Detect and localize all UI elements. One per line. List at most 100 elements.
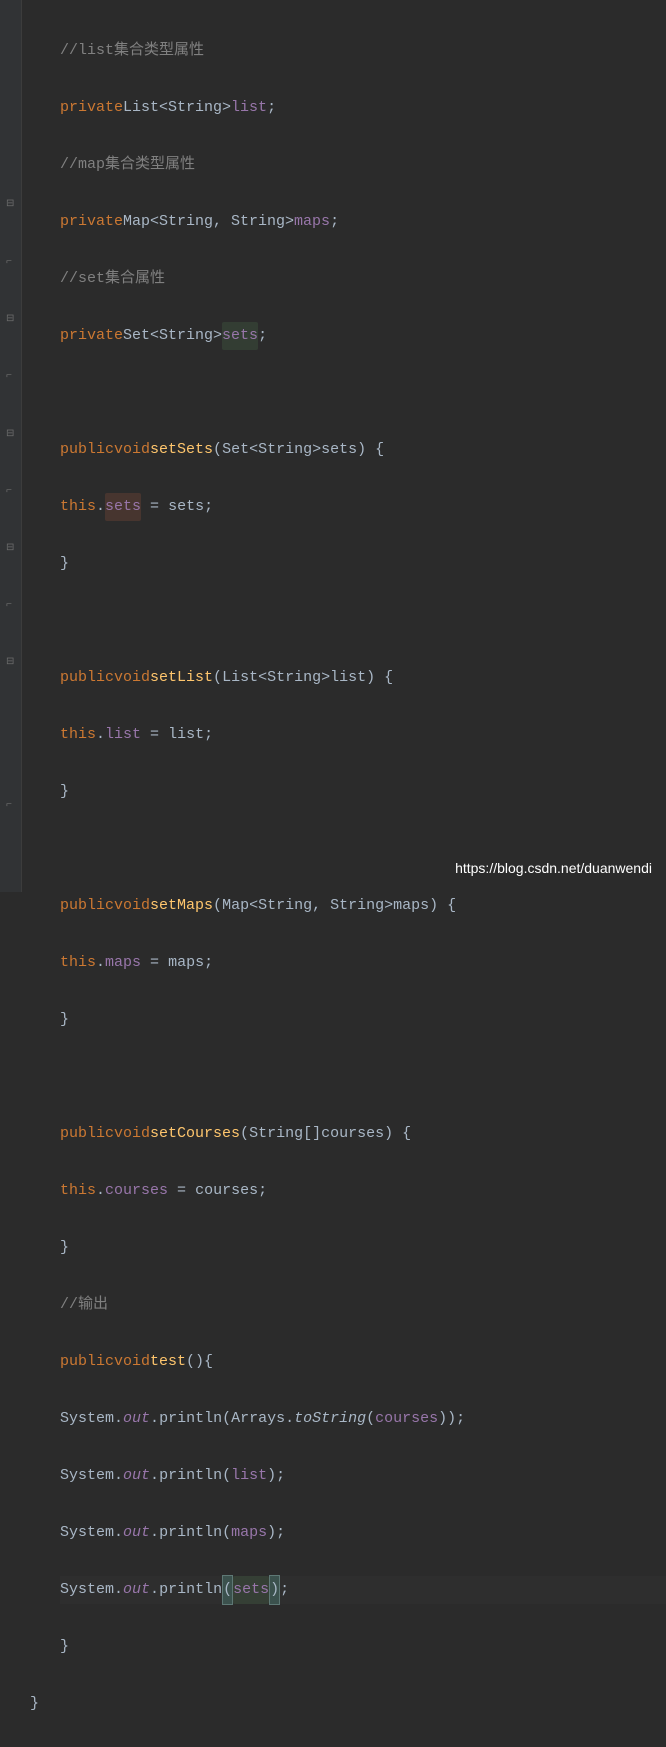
code-line[interactable]: //set集合属性 [60, 265, 666, 294]
method-call: println [159, 1462, 222, 1491]
code-line[interactable] [60, 1063, 666, 1092]
code-line[interactable]: this.courses = courses; [60, 1177, 666, 1206]
code-line[interactable]: public void test(){ [60, 1348, 666, 1377]
keyword: private [60, 322, 123, 351]
param-ref: list [168, 721, 204, 750]
comment-text: //list集合类型属性 [60, 37, 204, 66]
code-line[interactable]: } [60, 1234, 666, 1263]
field-ref: sets [233, 1576, 269, 1605]
method-name: setCourses [150, 1120, 240, 1149]
type-ref: List<String> [222, 664, 330, 693]
code-line[interactable]: } [60, 550, 666, 579]
method-call: println [159, 1576, 222, 1605]
fold-icon[interactable]: ⊟ [6, 200, 16, 210]
matched-paren: ( [222, 1575, 233, 1606]
code-line[interactable]: public void setSets(Set<String> sets) { [60, 436, 666, 465]
static-field: out [123, 1519, 150, 1548]
fold-icon[interactable]: ⊟ [6, 658, 16, 668]
field-ref: courses [105, 1177, 168, 1206]
method-name: setMaps [150, 892, 213, 921]
method-name: setSets [150, 436, 213, 465]
keyword: public [60, 664, 114, 693]
code-line[interactable]: } [60, 1006, 666, 1035]
fold-end-icon[interactable]: ⌐ [6, 372, 16, 382]
code-line[interactable] [60, 379, 666, 408]
keyword: this [60, 1177, 96, 1206]
field-ref: maps [105, 949, 141, 978]
param-ref: courses [195, 1177, 258, 1206]
fold-icon[interactable]: ⊟ [6, 315, 16, 325]
param-ref: maps [168, 949, 204, 978]
keyword: public [60, 1120, 114, 1149]
watermark-text: https://blog.csdn.net/duanwendi [455, 855, 652, 882]
matched-paren: ) [269, 1575, 280, 1606]
fold-icon[interactable]: ⊟ [6, 430, 16, 440]
field-name: list [231, 94, 267, 123]
fold-icon[interactable]: ⊟ [6, 544, 16, 554]
editor-gutter[interactable]: ⊟ ⌐ ⊟ ⌐ ⊟ ⌐ ⊟ ⌐ ⊟ ⌐ [0, 0, 22, 892]
code-line[interactable]: //list集合类型属性 [60, 37, 666, 66]
class-ref: System [60, 1405, 114, 1434]
field-name: maps [294, 208, 330, 237]
keyword: private [60, 208, 123, 237]
code-line[interactable]: public void setList(List<String> list) { [60, 664, 666, 693]
keyword: this [60, 493, 96, 522]
field-ref: list [231, 1462, 267, 1491]
static-method: toString [294, 1405, 366, 1434]
fold-end-icon[interactable]: ⌐ [6, 258, 16, 268]
static-field: out [123, 1405, 150, 1434]
code-line[interactable]: System.out.println(Arrays.toString(cours… [60, 1405, 666, 1434]
keyword: public [60, 892, 114, 921]
comment-text: //输出 [60, 1291, 108, 1320]
field-ref: maps [231, 1519, 267, 1548]
keyword: void [114, 1120, 150, 1149]
type-ref: Set<String> [222, 436, 321, 465]
code-line[interactable]: this.sets = sets; [60, 493, 666, 522]
type-ref: Map<String, String> [222, 892, 393, 921]
method-call: println [159, 1519, 222, 1548]
type-ref: Set<String> [123, 322, 222, 351]
keyword: void [114, 664, 150, 693]
keyword: private [60, 94, 123, 123]
comment-text: //set集合属性 [60, 265, 165, 294]
param-ref: sets [168, 493, 204, 522]
code-line[interactable]: private Set<String> sets; [60, 322, 666, 351]
code-line[interactable]: this.list = list; [60, 721, 666, 750]
field-ref: courses [375, 1405, 438, 1434]
param-name: list [330, 664, 366, 693]
keyword: public [60, 436, 114, 465]
code-line[interactable]: this.maps = maps; [60, 949, 666, 978]
static-field: out [123, 1462, 150, 1491]
param-name: maps [393, 892, 429, 921]
code-line[interactable]: } [60, 1633, 666, 1662]
code-line[interactable]: public void setCourses(String[] courses)… [60, 1120, 666, 1149]
param-name: sets [321, 436, 357, 465]
keyword: void [114, 892, 150, 921]
code-line[interactable] [60, 607, 666, 636]
type-ref: Map<String, String> [123, 208, 294, 237]
class-ref: System [60, 1462, 114, 1491]
code-line[interactable]: //输出 [60, 1291, 666, 1320]
keyword: this [60, 949, 96, 978]
static-field: out [123, 1576, 150, 1605]
keyword: void [114, 1348, 150, 1377]
keyword: this [60, 721, 96, 750]
code-line[interactable]: private List<String> list; [60, 94, 666, 123]
method-name: setList [150, 664, 213, 693]
class-ref: System [60, 1576, 114, 1605]
code-line[interactable]: public void setMaps(Map<String, String> … [60, 892, 666, 921]
code-line[interactable]: //map集合类型属性 [60, 151, 666, 180]
fold-end-icon[interactable]: ⌐ [6, 801, 16, 811]
field-ref: list [105, 721, 141, 750]
keyword: void [114, 436, 150, 465]
fold-end-icon[interactable]: ⌐ [6, 487, 16, 497]
code-line[interactable]: System.out.println(maps); [60, 1519, 666, 1548]
code-line-current[interactable]: System.out.println(sets); [60, 1576, 666, 1605]
param-name: courses [321, 1120, 384, 1149]
code-line[interactable]: } [30, 1690, 666, 1719]
code-line[interactable]: } [60, 778, 666, 807]
fold-end-icon[interactable]: ⌐ [6, 601, 16, 611]
code-line[interactable]: private Map<String, String> maps; [60, 208, 666, 237]
method-name: test [150, 1348, 186, 1377]
code-line[interactable]: System.out.println(list); [60, 1462, 666, 1491]
